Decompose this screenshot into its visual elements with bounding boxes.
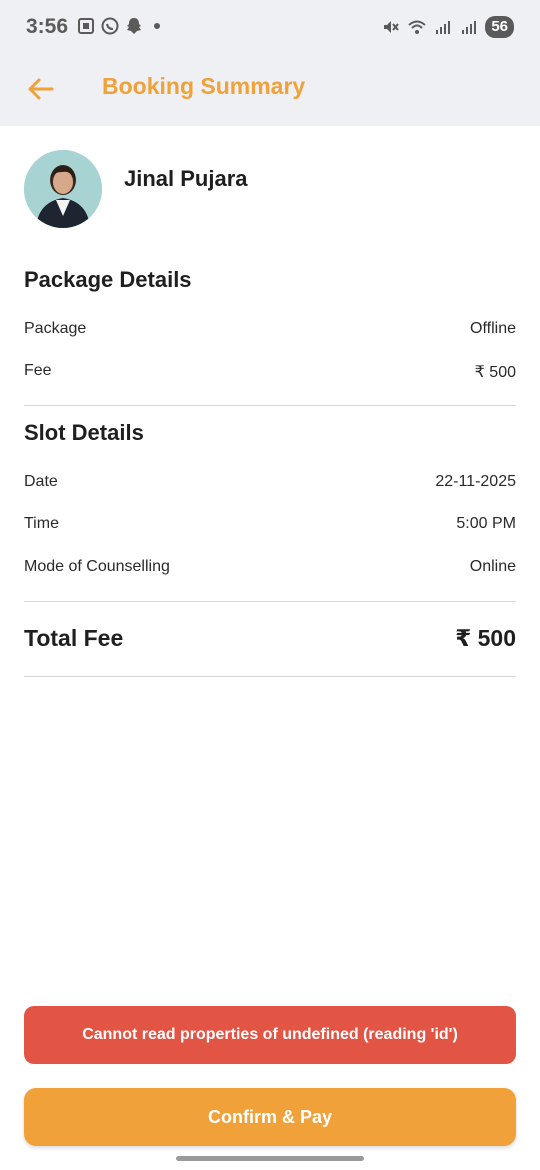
fee-value: ₹ 500 <box>474 364 516 381</box>
time-value: 5:00 PM <box>456 515 516 532</box>
app-bar: Booking Summary <box>0 56 540 126</box>
divider <box>24 601 516 602</box>
package-row: Package Offline <box>24 320 516 344</box>
snapchat-icon <box>127 18 141 34</box>
error-banner: Cannot read properties of undefined (rea… <box>24 1006 516 1064</box>
mute-icon <box>384 21 400 33</box>
avatar <box>24 150 102 228</box>
divider <box>24 676 516 677</box>
mode-row: Mode of Counselling Online <box>24 558 516 582</box>
divider <box>24 405 516 406</box>
signal-icon <box>436 21 451 34</box>
fee-label: Fee <box>24 362 52 379</box>
arrow-left-icon <box>28 78 54 100</box>
confirm-pay-button[interactable]: Confirm & Pay <box>24 1088 516 1146</box>
package-label: Package <box>24 320 87 337</box>
avatar-image <box>24 150 102 228</box>
slot-details-title: Slot Details <box>24 420 144 445</box>
counsellor-profile: Jinal Pujara <box>24 150 516 230</box>
back-button[interactable] <box>24 72 58 106</box>
total-fee-label: Total Fee <box>24 625 124 651</box>
total-fee-row: Total Fee ₹ 500 <box>24 625 516 655</box>
date-row: Date 22-11-2025 <box>24 473 516 497</box>
time-row: Time 5:00 PM <box>24 515 516 539</box>
date-value: 22-11-2025 <box>435 473 516 490</box>
package-value: Offline <box>470 320 516 337</box>
package-details-title: Package Details <box>24 267 192 292</box>
screenshot-icon <box>78 18 94 34</box>
battery-indicator: 56 <box>485 16 514 38</box>
status-icons-right: 56 <box>381 16 514 38</box>
time-label: Time <box>24 515 59 532</box>
notification-dot <box>154 23 160 29</box>
status-bar: 3:56 56 <box>0 0 540 56</box>
mode-label: Mode of Counselling <box>24 558 170 575</box>
home-indicator[interactable] <box>176 1156 364 1161</box>
status-time: 3:56 <box>26 15 69 38</box>
total-fee-value: ₹ 500 <box>455 625 516 651</box>
fee-row: Fee ₹ 500 <box>24 362 516 386</box>
date-label: Date <box>24 473 58 490</box>
mode-value: Online <box>469 558 516 575</box>
wifi-icon <box>408 20 426 34</box>
page-title: Booking Summary <box>102 73 306 99</box>
signal-icon <box>462 21 477 34</box>
counsellor-name: Jinal Pujara <box>124 166 248 191</box>
status-icons-left <box>76 16 160 36</box>
whatsapp-icon <box>101 17 119 35</box>
